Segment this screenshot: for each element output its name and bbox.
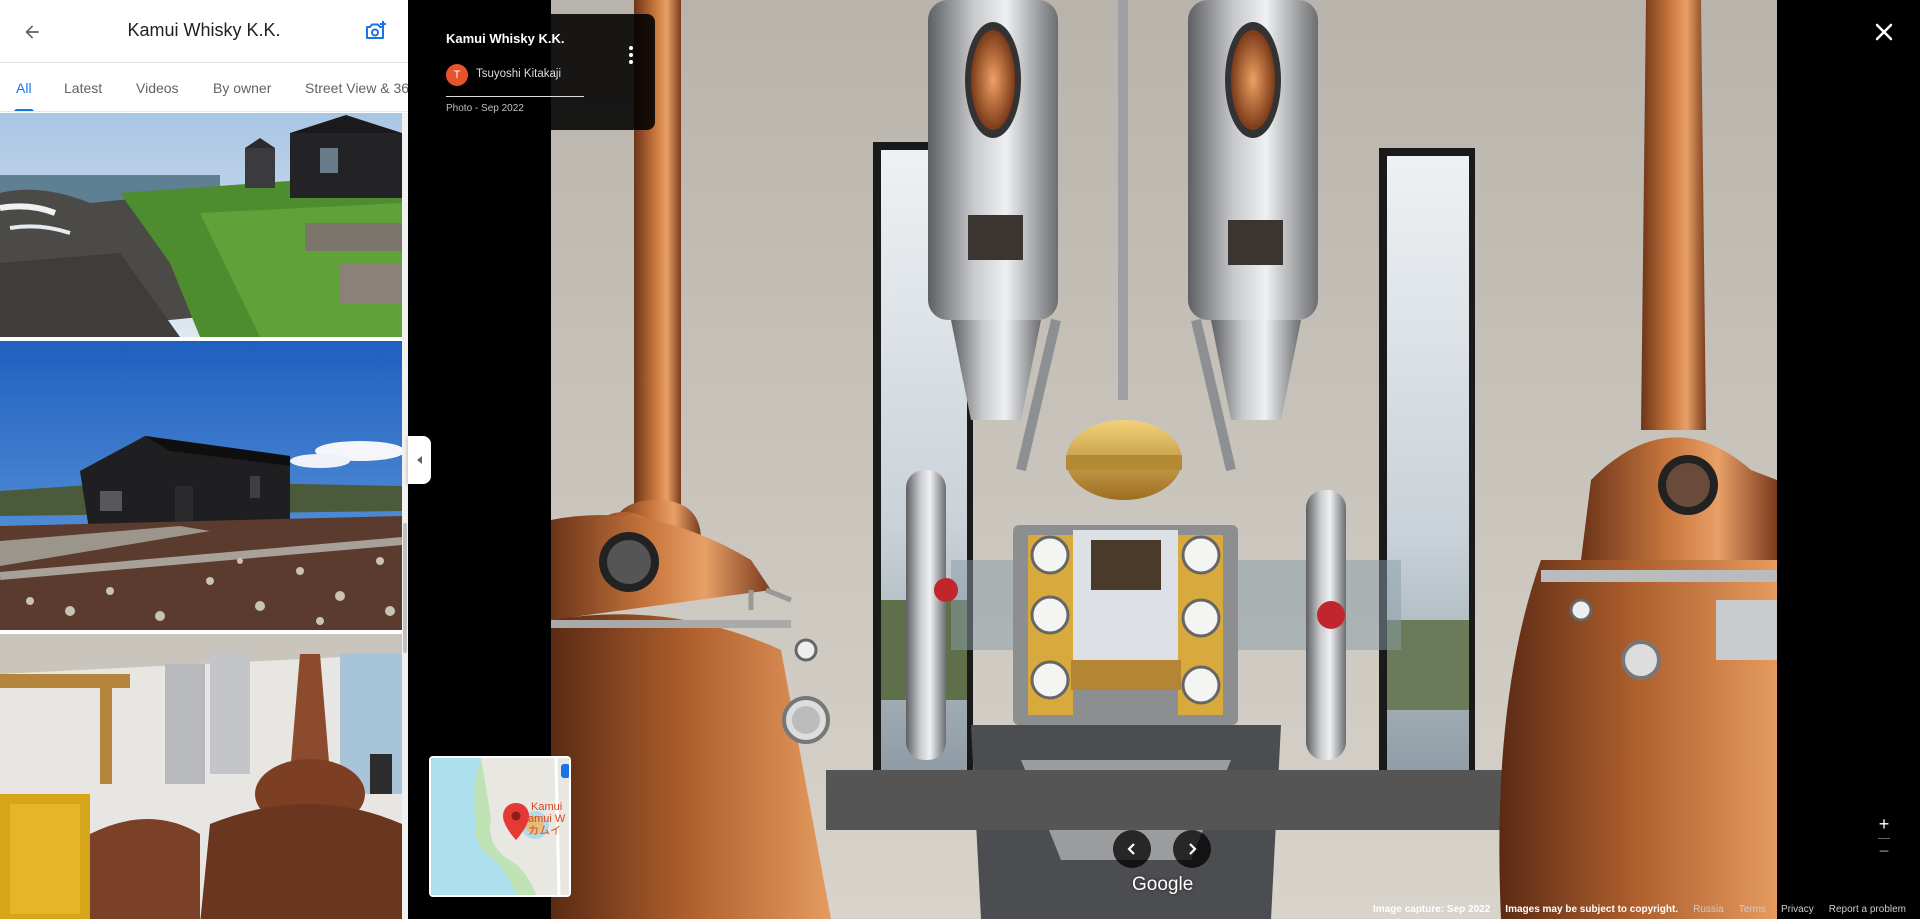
google-logo: Google: [1132, 874, 1194, 895]
chevron-left-icon: [1127, 843, 1135, 855]
map-label-1: Kamui: [531, 801, 562, 813]
chevron-right-icon: [1189, 843, 1197, 855]
add-photo-button[interactable]: [360, 16, 392, 48]
collapse-panel-button[interactable]: [408, 436, 431, 484]
zoom-out-button[interactable]: −: [1874, 841, 1894, 861]
photo-tabs: All Latest Videos By owner Street View &…: [0, 64, 408, 112]
copyright-notice: Images may be subject to copyright.: [1505, 903, 1679, 915]
tab-latest[interactable]: Latest: [64, 64, 102, 111]
author-avatar[interactable]: T: [446, 64, 468, 86]
author-name[interactable]: Tsuyoshi Kitakaji: [476, 68, 561, 80]
chevron-left-icon: [416, 456, 422, 464]
report-problem-link[interactable]: Report a problem: [1829, 904, 1906, 915]
region-link[interactable]: Russia: [1693, 904, 1724, 915]
scrollbar-thumb[interactable]: [403, 523, 407, 653]
tab-street-view[interactable]: Street View & 360°: [305, 64, 408, 111]
close-button[interactable]: [1868, 16, 1900, 48]
photo-date: Photo - Sep 2022: [446, 103, 524, 114]
more-options-button[interactable]: [625, 44, 637, 66]
photo-thumbnail[interactable]: [0, 634, 402, 919]
card-divider: [446, 96, 584, 97]
zoom-divider: [1878, 838, 1890, 839]
zoom-in-button[interactable]: +: [1874, 814, 1894, 834]
back-button[interactable]: [16, 16, 48, 48]
close-icon: [1875, 23, 1893, 41]
tab-all[interactable]: All: [14, 64, 34, 111]
terms-link[interactable]: Terms: [1739, 904, 1766, 915]
photo-gallery: [0, 113, 402, 919]
place-title: Kamui Whisky K.K.: [127, 20, 281, 40]
photos-panel: Kamui Whisky K.K. All Latest Videos By o…: [0, 0, 408, 919]
more-vert-icon: [629, 46, 633, 64]
mini-map[interactable]: Kamui amui W カムイ: [429, 756, 571, 897]
photo-thumbnail[interactable]: [0, 113, 402, 337]
viewer-footer: Image capture: Sep 2022 Images may be su…: [1373, 901, 1906, 917]
previous-photo-button[interactable]: [1113, 830, 1151, 868]
tab-by-owner[interactable]: By owner: [213, 64, 271, 111]
next-photo-button[interactable]: [1173, 830, 1211, 868]
photo-thumbnail[interactable]: [0, 341, 402, 630]
photo-viewer: Kamui Whisky K.K. T Tsuyoshi Kitakaji Ph…: [408, 0, 1920, 919]
privacy-link[interactable]: Privacy: [1781, 904, 1814, 915]
tab-videos[interactable]: Videos: [136, 64, 179, 111]
add-photo-icon: [366, 21, 386, 39]
arrow-back-icon: [25, 25, 39, 39]
map-label-3: カムイ: [528, 824, 561, 837]
main-photo[interactable]: [551, 0, 1777, 919]
panel-header: Kamui Whisky K.K.: [0, 0, 408, 63]
photo-info-card: Kamui Whisky K.K. T Tsuyoshi Kitakaji Ph…: [428, 14, 655, 130]
card-title[interactable]: Kamui Whisky K.K.: [446, 31, 564, 46]
image-capture-date: Image capture: Sep 2022: [1373, 903, 1491, 915]
